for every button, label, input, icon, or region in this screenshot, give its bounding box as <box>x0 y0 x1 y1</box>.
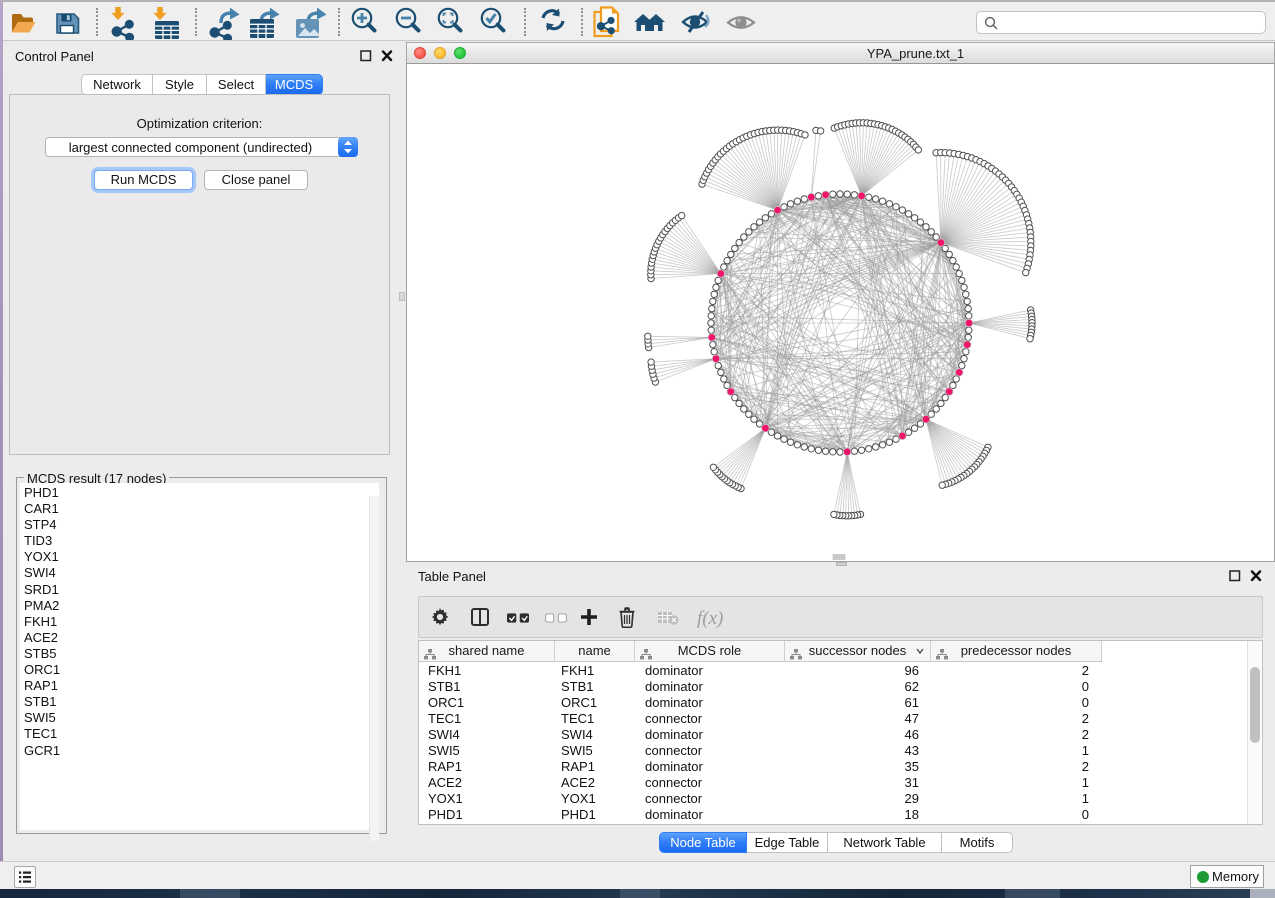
svg-text:f(x): f(x) <box>697 608 723 629</box>
